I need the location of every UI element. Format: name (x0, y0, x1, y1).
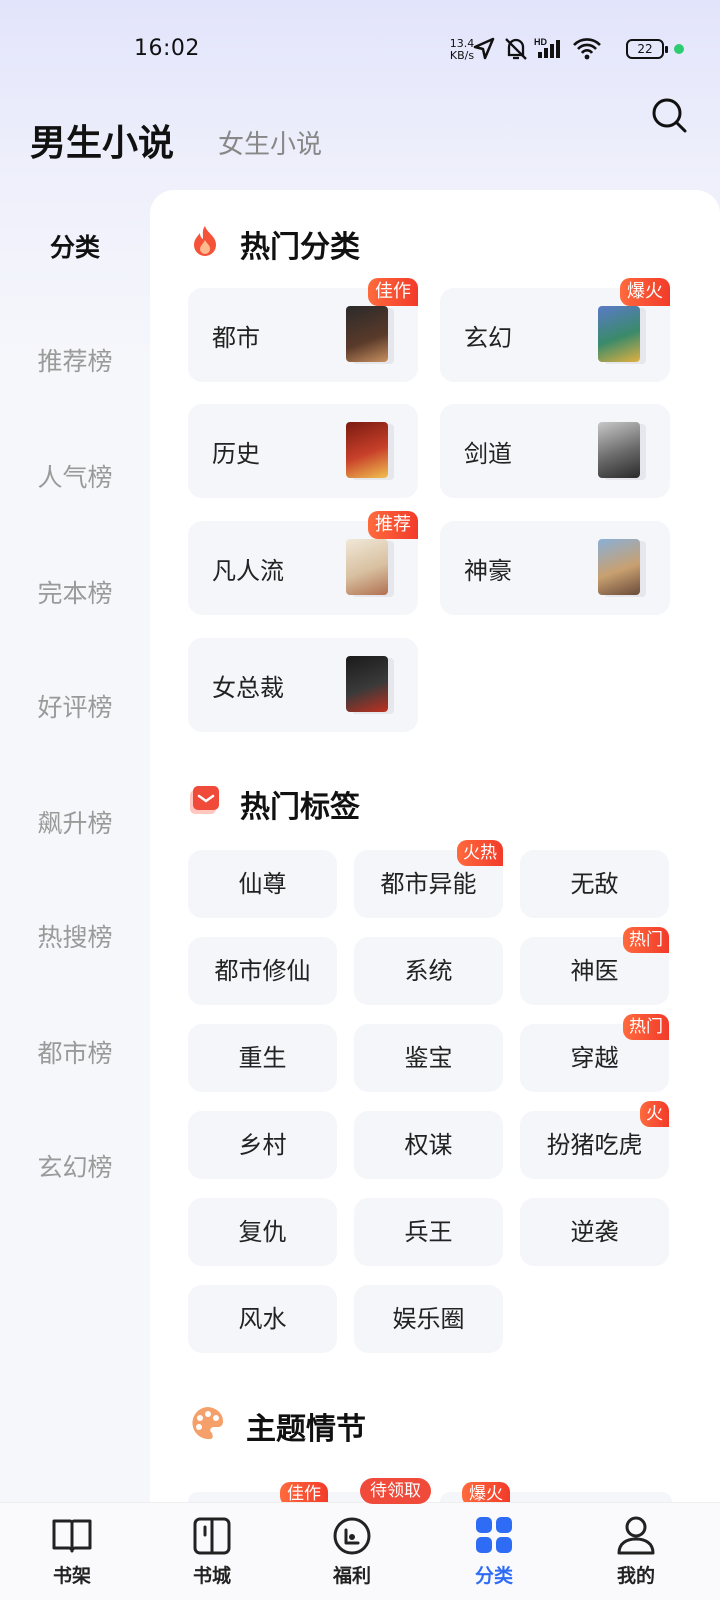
badge: 推荐 (368, 511, 418, 539)
category-label: 都市 (212, 324, 260, 352)
tab-profile[interactable]: 我的 (586, 1513, 686, 1588)
tag-icon (190, 786, 219, 814)
category-label: 玄幻 (464, 324, 512, 352)
tab-male-novels[interactable]: 男生小说 (30, 114, 174, 166)
badge: 火 (640, 1101, 669, 1127)
tab-label: 福利 (332, 1565, 371, 1587)
category-card-sword[interactable]: 剑道 (440, 404, 670, 498)
svg-text:HD: HD (534, 37, 547, 47)
category-panel: 热门分类 都市 佳作 玄幻 爆火 历史 剑道 凡人流 推荐 神豪 女总裁 热门标… (150, 190, 720, 1510)
category-label: 剑道 (464, 440, 512, 468)
search-icon[interactable] (650, 96, 690, 136)
charging-dot (674, 44, 684, 54)
tab-category[interactable]: 分类 (444, 1513, 544, 1588)
store-icon (193, 1517, 231, 1555)
hot-tags-title: 热门标签 (240, 790, 360, 825)
badge: 爆火 (620, 278, 670, 306)
sidebar-item-rising[interactable]: 飙升榜 (0, 804, 150, 840)
tag-chip[interactable]: 无敌 (520, 850, 669, 918)
theme-plot-title: 主题情节 (246, 1412, 366, 1447)
tag-chip[interactable]: 都市异能 火热 (354, 840, 503, 918)
tag-chip[interactable]: 穿越 热门 (520, 1014, 669, 1092)
book-icon (52, 1519, 92, 1553)
tag-chip[interactable]: 风水 (188, 1285, 337, 1353)
hot-categories-title: 热门分类 (240, 230, 360, 265)
tag-chip[interactable]: 仙尊 (188, 850, 337, 918)
mute-icon (505, 38, 527, 60)
book-cover (346, 422, 388, 478)
tab-label: 书架 (52, 1565, 91, 1587)
badge: 火热 (457, 840, 503, 866)
tab-bookshelf[interactable]: 书架 (22, 1513, 122, 1588)
category-card-tycoon[interactable]: 神豪 (440, 521, 670, 615)
category-label: 神豪 (464, 557, 512, 585)
tag-chip[interactable]: 兵王 (354, 1198, 503, 1266)
category-card-ceo[interactable]: 女总裁 (188, 638, 418, 732)
status-bar: 16:02 13.4 KB/s HD 22 (0, 0, 720, 100)
tab-bookstore[interactable]: 书城 (162, 1513, 262, 1588)
tag-chip[interactable]: 神医 热门 (520, 927, 669, 1005)
sidebar-item-popular[interactable]: 人气榜 (0, 458, 150, 494)
location-icon (473, 37, 495, 60)
tag-chip[interactable]: 都市修仙 (188, 937, 337, 1005)
sidebar-item-category[interactable]: 分类 (0, 228, 150, 264)
badge: 佳作 (368, 278, 418, 306)
gift-icon (333, 1517, 371, 1555)
user-icon (617, 1516, 655, 1555)
sidebar-item-fantasy[interactable]: 玄幻榜 (0, 1148, 150, 1184)
book-cover (346, 539, 388, 595)
signal-icon: HD (534, 37, 560, 58)
bottom-tab-bar: 书架 书城 福利 分类 我的 (0, 1502, 720, 1600)
badge: 热门 (623, 1014, 669, 1040)
tab-label: 我的 (616, 1565, 655, 1587)
sidebar-item-completed[interactable]: 完本榜 (0, 574, 150, 610)
sidebar-item-hot-search[interactable]: 热搜榜 (0, 918, 150, 954)
tag-chip[interactable]: 系统 (354, 937, 503, 1005)
flame-icon (194, 226, 216, 256)
wifi-icon (573, 38, 601, 60)
battery-indicator: 22 (626, 39, 668, 59)
clock: 16:02 (134, 36, 200, 61)
category-label: 历史 (212, 440, 260, 468)
tag-chip[interactable]: 逆袭 (520, 1198, 669, 1266)
category-card-mortal[interactable]: 凡人流 推荐 (188, 511, 418, 615)
book-cover (346, 306, 388, 362)
category-card-history[interactable]: 历史 (188, 404, 418, 498)
tag-chip[interactable]: 权谋 (354, 1111, 503, 1179)
tag-chip[interactable]: 重生 (188, 1024, 337, 1092)
book-cover (598, 306, 640, 362)
book-cover (598, 539, 640, 595)
tab-female-novels[interactable]: 女生小说 (218, 124, 322, 161)
tab-label: 分类 (474, 1565, 513, 1587)
tag-chip[interactable]: 鉴宝 (354, 1024, 503, 1092)
tag-chip[interactable]: 娱乐圈 (354, 1285, 503, 1353)
book-cover (346, 656, 388, 712)
sidebar-item-recommend[interactable]: 推荐榜 (0, 342, 150, 378)
category-label: 凡人流 (212, 557, 284, 585)
tag-chip[interactable]: 复仇 (188, 1198, 337, 1266)
badge: 热门 (623, 927, 669, 953)
tab-label: 书城 (192, 1565, 231, 1587)
grid-icon (476, 1517, 512, 1553)
tab-welfare[interactable]: 福利 (302, 1513, 402, 1588)
category-card-fantasy[interactable]: 玄幻 爆火 (440, 278, 670, 382)
book-cover (598, 422, 640, 478)
palette-icon (192, 1407, 223, 1440)
tag-chip[interactable]: 乡村 (188, 1111, 337, 1179)
sidebar-item-urban[interactable]: 都市榜 (0, 1034, 150, 1070)
welfare-badge: 待领取 (360, 1478, 431, 1504)
sidebar-item-rating[interactable]: 好评榜 (0, 688, 150, 724)
tag-chip[interactable]: 扮猪吃虎火 (520, 1101, 669, 1179)
category-label: 女总裁 (212, 674, 284, 702)
category-card-urban[interactable]: 都市 佳作 (188, 278, 418, 382)
